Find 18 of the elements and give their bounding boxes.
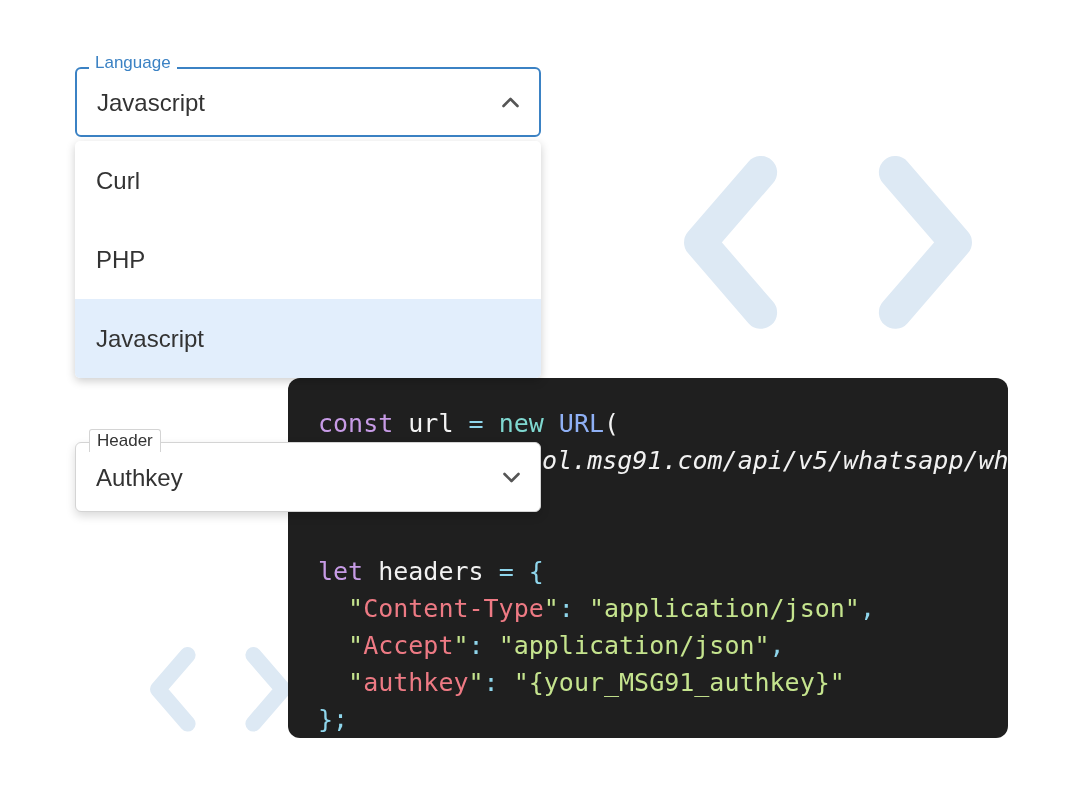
chevron-down-icon <box>503 471 520 483</box>
code-brackets-icon <box>150 647 291 732</box>
menu-option[interactable]: PHP <box>75 220 541 299</box>
code-line: "Accept": "application/json", <box>347 630 786 662</box>
menu-option[interactable]: Javascript <box>75 299 541 378</box>
code-brackets-icon <box>684 156 972 329</box>
code-line: "Content-Type": "application/json", <box>347 593 876 625</box>
code-line: ol.msg91.com/api/v5/whatsapp/wh <box>542 445 1008 477</box>
selected-value: Authkey <box>96 463 183 492</box>
code-line: "authkey": "{your_MSG91_authkey}" <box>347 667 846 699</box>
chevron-up-icon <box>502 96 519 108</box>
code-line: const url = new URL( <box>318 408 621 440</box>
selected-value: Javascript <box>97 88 206 117</box>
field-label: Header <box>89 429 161 452</box>
code-line: }; <box>318 704 350 736</box>
field-label: Language <box>89 53 177 73</box>
code-line: let headers = { <box>318 556 545 588</box>
menu-option[interactable]: Curl <box>75 141 541 220</box>
